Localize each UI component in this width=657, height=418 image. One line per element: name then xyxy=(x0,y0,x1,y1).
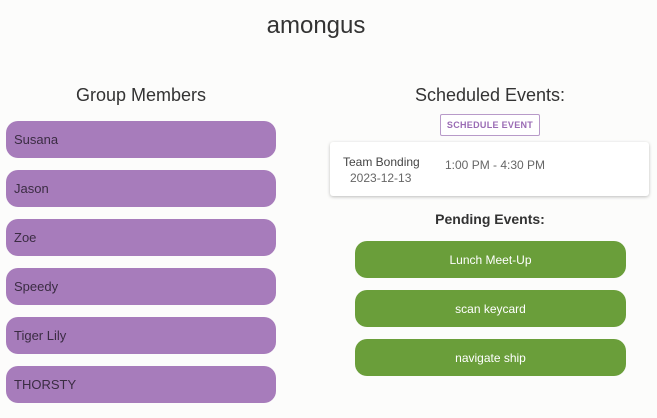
events-column: Scheduled Events: SCHEDULE EVENT Team Bo… xyxy=(330,84,650,388)
member-item[interactable]: THORSTY xyxy=(6,366,276,403)
pending-event-item[interactable]: navigate ship xyxy=(355,339,626,376)
event-date: 2023-12-13 xyxy=(350,171,412,185)
scheduled-events-heading: Scheduled Events: xyxy=(414,85,566,105)
event-time: 1:00 PM - 4:30 PM xyxy=(445,158,546,172)
pending-event-item[interactable]: Lunch Meet-Up xyxy=(355,241,626,278)
event-card[interactable]: Team Bonding 2023-12-13 1:00 PM - 4:30 P… xyxy=(330,142,649,196)
pending-event-item[interactable]: scan keycard xyxy=(355,290,626,327)
group-title: amongus xyxy=(266,12,366,39)
member-item[interactable]: Jason xyxy=(6,170,276,207)
schedule-event-button[interactable]: SCHEDULE EVENT xyxy=(439,114,541,136)
members-heading: Group Members xyxy=(75,85,207,105)
pending-events-heading: Pending Events: xyxy=(435,211,545,227)
members-column: Group Members Susana Jason Zoe Speedy Ti… xyxy=(6,84,276,415)
member-item[interactable]: Susana xyxy=(6,121,276,158)
members-list: Susana Jason Zoe Speedy Tiger Lily THORS… xyxy=(6,121,276,403)
member-item[interactable]: Tiger Lily xyxy=(6,317,276,354)
member-item[interactable]: Zoe xyxy=(6,219,276,256)
member-item[interactable]: Speedy xyxy=(6,268,276,305)
group-page: amongus Group Members Susana Jason Zoe S… xyxy=(0,0,657,418)
event-name: Team Bonding xyxy=(343,155,420,169)
pending-events-list: Lunch Meet-Up scan keycard navigate ship xyxy=(355,241,626,376)
